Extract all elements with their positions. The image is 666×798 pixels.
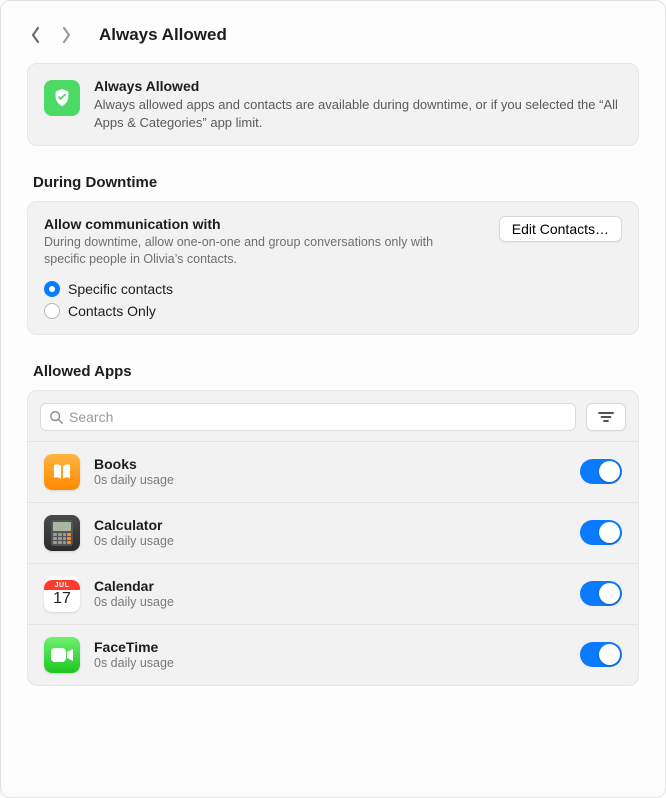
calendar-day: 17 <box>53 590 71 608</box>
app-usage: 0s daily usage <box>94 473 566 487</box>
search-icon <box>49 410 63 424</box>
radio-indicator <box>44 303 60 319</box>
allowed-apps-card: Books 0s daily usage Calculator 0s daily… <box>27 390 639 686</box>
filter-icon <box>598 411 614 423</box>
search-bar <box>28 391 638 441</box>
books-icon <box>44 454 80 490</box>
settings-pane: Always Allowed Always Allowed Always all… <box>0 0 666 798</box>
app-usage: 0s daily usage <box>94 595 566 609</box>
app-row-calculator: Calculator 0s daily usage <box>28 502 638 563</box>
radio-label: Specific contacts <box>68 281 173 297</box>
facetime-icon <box>44 637 80 673</box>
header-nav: Always Allowed <box>27 15 639 55</box>
app-toggle-calendar[interactable] <box>580 581 622 606</box>
intro-text: Always Allowed Always allowed apps and c… <box>94 78 622 131</box>
communication-heading: Allow communication with <box>44 216 487 232</box>
intro-card: Always Allowed Always allowed apps and c… <box>27 63 639 146</box>
app-toggle-books[interactable] <box>580 459 622 484</box>
communication-sub: During downtime, allow one-on-one and gr… <box>44 234 444 268</box>
radio-label: Contacts Only <box>68 303 156 319</box>
calendar-month: JUL <box>44 580 80 590</box>
search-input[interactable] <box>69 409 567 425</box>
intro-description: Always allowed apps and contacts are ava… <box>94 96 622 131</box>
app-row-facetime: FaceTime 0s daily usage <box>28 624 638 685</box>
app-row-calendar: JUL 17 Calendar 0s daily usage <box>28 563 638 624</box>
section-title-downtime: During Downtime <box>33 174 639 191</box>
forward-button[interactable] <box>57 22 75 48</box>
radio-contacts-only[interactable]: Contacts Only <box>44 300 622 322</box>
downtime-card: Allow communication with During downtime… <box>27 201 639 335</box>
back-button[interactable] <box>27 22 45 48</box>
section-title-apps: Allowed Apps <box>33 363 639 380</box>
radio-specific-contacts[interactable]: Specific contacts <box>44 278 622 300</box>
search-field[interactable] <box>40 403 576 431</box>
filter-button[interactable] <box>586 403 626 431</box>
page-title: Always Allowed <box>99 25 227 45</box>
app-row-books: Books 0s daily usage <box>28 441 638 502</box>
app-name: FaceTime <box>94 639 566 655</box>
app-usage: 0s daily usage <box>94 656 566 670</box>
app-name: Books <box>94 456 566 472</box>
app-usage: 0s daily usage <box>94 534 566 548</box>
calculator-icon <box>44 515 80 551</box>
app-toggle-facetime[interactable] <box>580 642 622 667</box>
app-name: Calculator <box>94 517 566 533</box>
radio-indicator <box>44 281 60 297</box>
edit-contacts-button[interactable]: Edit Contacts… <box>499 216 622 242</box>
communication-radio-group: Specific contacts Contacts Only <box>44 278 622 322</box>
app-list: Books 0s daily usage Calculator 0s daily… <box>28 441 638 685</box>
always-allowed-icon <box>44 80 80 116</box>
app-toggle-calculator[interactable] <box>580 520 622 545</box>
app-name: Calendar <box>94 578 566 594</box>
calendar-icon: JUL 17 <box>44 576 80 612</box>
intro-title: Always Allowed <box>94 78 622 94</box>
